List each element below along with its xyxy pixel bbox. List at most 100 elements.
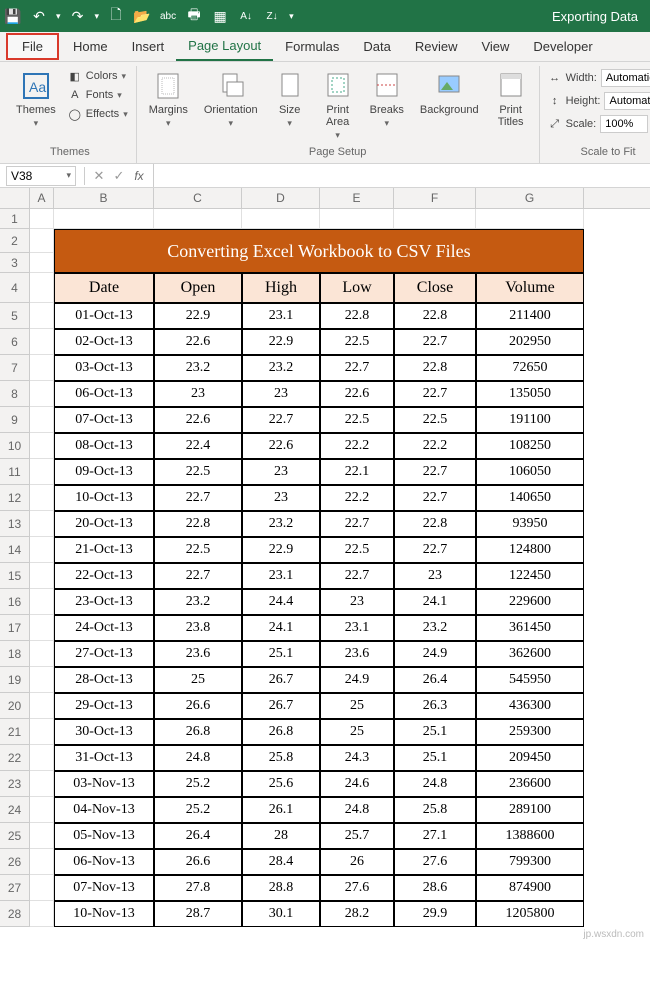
row-header[interactable]: 3 xyxy=(0,253,30,273)
table-cell[interactable]: 24.8 xyxy=(394,771,476,797)
col-header[interactable]: F xyxy=(394,188,476,208)
table-cell[interactable]: 25.6 xyxy=(242,771,320,797)
col-header[interactable]: B xyxy=(54,188,154,208)
table-cell[interactable]: 27-Oct-13 xyxy=(54,641,154,667)
table-header[interactable]: Volume xyxy=(476,273,584,303)
table-cell[interactable]: 93950 xyxy=(476,511,584,537)
table-cell[interactable]: 09-Oct-13 xyxy=(54,459,154,485)
table-cell[interactable]: 22.9 xyxy=(242,329,320,355)
table-cell[interactable]: 22.6 xyxy=(242,433,320,459)
table-cell[interactable]: 24.9 xyxy=(320,667,394,693)
table-cell[interactable]: 22.7 xyxy=(242,407,320,433)
tab-formulas[interactable]: Formulas xyxy=(273,33,351,60)
cell[interactable] xyxy=(30,407,54,433)
table-cell[interactable]: 229600 xyxy=(476,589,584,615)
table-cell[interactable]: 22.2 xyxy=(320,485,394,511)
select-all-corner[interactable] xyxy=(0,188,30,208)
table-cell[interactable]: 28.8 xyxy=(242,875,320,901)
table-cell[interactable]: 1388600 xyxy=(476,823,584,849)
cell[interactable] xyxy=(30,229,54,253)
table-cell[interactable]: 22.8 xyxy=(394,511,476,537)
table-cell[interactable]: 22.4 xyxy=(154,433,242,459)
table-cell[interactable]: 06-Nov-13 xyxy=(54,849,154,875)
row-header[interactable]: 4 xyxy=(0,273,30,303)
row-header[interactable]: 27 xyxy=(0,875,30,901)
formula-input[interactable] xyxy=(153,164,650,187)
row-header[interactable]: 11 xyxy=(0,459,30,485)
cell[interactable] xyxy=(476,209,584,229)
tab-data[interactable]: Data xyxy=(351,33,402,60)
table-cell[interactable]: 22.5 xyxy=(320,537,394,563)
table-cell[interactable]: 10-Oct-13 xyxy=(54,485,154,511)
table-cell[interactable]: 23.1 xyxy=(320,615,394,641)
cell[interactable] xyxy=(30,797,54,823)
table-cell[interactable]: 25.7 xyxy=(320,823,394,849)
table-cell[interactable]: 20-Oct-13 xyxy=(54,511,154,537)
table-cell[interactable]: 21-Oct-13 xyxy=(54,537,154,563)
table-cell[interactable]: 23 xyxy=(242,459,320,485)
table-cell[interactable]: 72650 xyxy=(476,355,584,381)
qat-customize-icon[interactable]: ▾ xyxy=(289,11,294,22)
table-cell[interactable]: 23.6 xyxy=(320,641,394,667)
table-cell[interactable]: 22.7 xyxy=(394,329,476,355)
cell[interactable] xyxy=(30,823,54,849)
table-cell[interactable]: 108250 xyxy=(476,433,584,459)
margins-button[interactable]: Margins▾ xyxy=(143,68,194,131)
table-cell[interactable]: 26 xyxy=(320,849,394,875)
table-cell[interactable]: 23 xyxy=(320,589,394,615)
table-cell[interactable]: 211400 xyxy=(476,303,584,329)
cell[interactable] xyxy=(30,459,54,485)
row-header[interactable]: 12 xyxy=(0,485,30,511)
cell[interactable] xyxy=(320,209,394,229)
row-header[interactable]: 9 xyxy=(0,407,30,433)
table-cell[interactable]: 23.1 xyxy=(242,303,320,329)
spelling-icon[interactable]: abc xyxy=(159,7,177,25)
table-cell[interactable]: 27.6 xyxy=(320,875,394,901)
table-cell[interactable]: 27.8 xyxy=(154,875,242,901)
row-header[interactable]: 24 xyxy=(0,797,30,823)
table-cell[interactable]: 874900 xyxy=(476,875,584,901)
table-header[interactable]: Low xyxy=(320,273,394,303)
row-header[interactable]: 2 xyxy=(0,229,30,253)
table-cell[interactable]: 23.6 xyxy=(154,641,242,667)
table-cell[interactable]: 07-Nov-13 xyxy=(54,875,154,901)
cell[interactable] xyxy=(30,355,54,381)
table-cell[interactable]: 289100 xyxy=(476,797,584,823)
table-header[interactable]: Date xyxy=(54,273,154,303)
cell[interactable] xyxy=(30,537,54,563)
cell[interactable] xyxy=(394,209,476,229)
table-cell[interactable]: 799300 xyxy=(476,849,584,875)
table-cell[interactable]: 23.2 xyxy=(394,615,476,641)
table-cell[interactable]: 22.1 xyxy=(320,459,394,485)
table-cell[interactable]: 23 xyxy=(242,381,320,407)
table-cell[interactable]: 27.1 xyxy=(394,823,476,849)
cell[interactable] xyxy=(30,615,54,641)
table-cell[interactable]: 10-Nov-13 xyxy=(54,901,154,927)
fonts-button[interactable]: AFonts▾ xyxy=(66,87,130,103)
table-cell[interactable]: 23 xyxy=(154,381,242,407)
cell[interactable] xyxy=(30,875,54,901)
cell[interactable] xyxy=(30,273,54,303)
tab-developer[interactable]: Developer xyxy=(521,33,604,60)
cell[interactable] xyxy=(30,485,54,511)
table-cell[interactable]: 362600 xyxy=(476,641,584,667)
table-cell[interactable]: 23 xyxy=(242,485,320,511)
table-cell[interactable]: 30-Oct-13 xyxy=(54,719,154,745)
table-header[interactable]: High xyxy=(242,273,320,303)
row-header[interactable]: 23 xyxy=(0,771,30,797)
cell[interactable] xyxy=(242,209,320,229)
row-header[interactable]: 8 xyxy=(0,381,30,407)
table-cell[interactable]: 02-Oct-13 xyxy=(54,329,154,355)
table-cell[interactable]: 24.9 xyxy=(394,641,476,667)
table-cell[interactable]: 24.1 xyxy=(394,589,476,615)
table-cell[interactable]: 22.7 xyxy=(320,355,394,381)
table-cell[interactable]: 24.8 xyxy=(320,797,394,823)
tab-insert[interactable]: Insert xyxy=(120,33,177,60)
table-cell[interactable]: 25.2 xyxy=(154,771,242,797)
cell[interactable] xyxy=(30,589,54,615)
table-cell[interactable]: 07-Oct-13 xyxy=(54,407,154,433)
table-cell[interactable]: 25.1 xyxy=(394,745,476,771)
table-cell[interactable]: 24.3 xyxy=(320,745,394,771)
cell[interactable] xyxy=(30,719,54,745)
width-input[interactable] xyxy=(601,69,650,87)
